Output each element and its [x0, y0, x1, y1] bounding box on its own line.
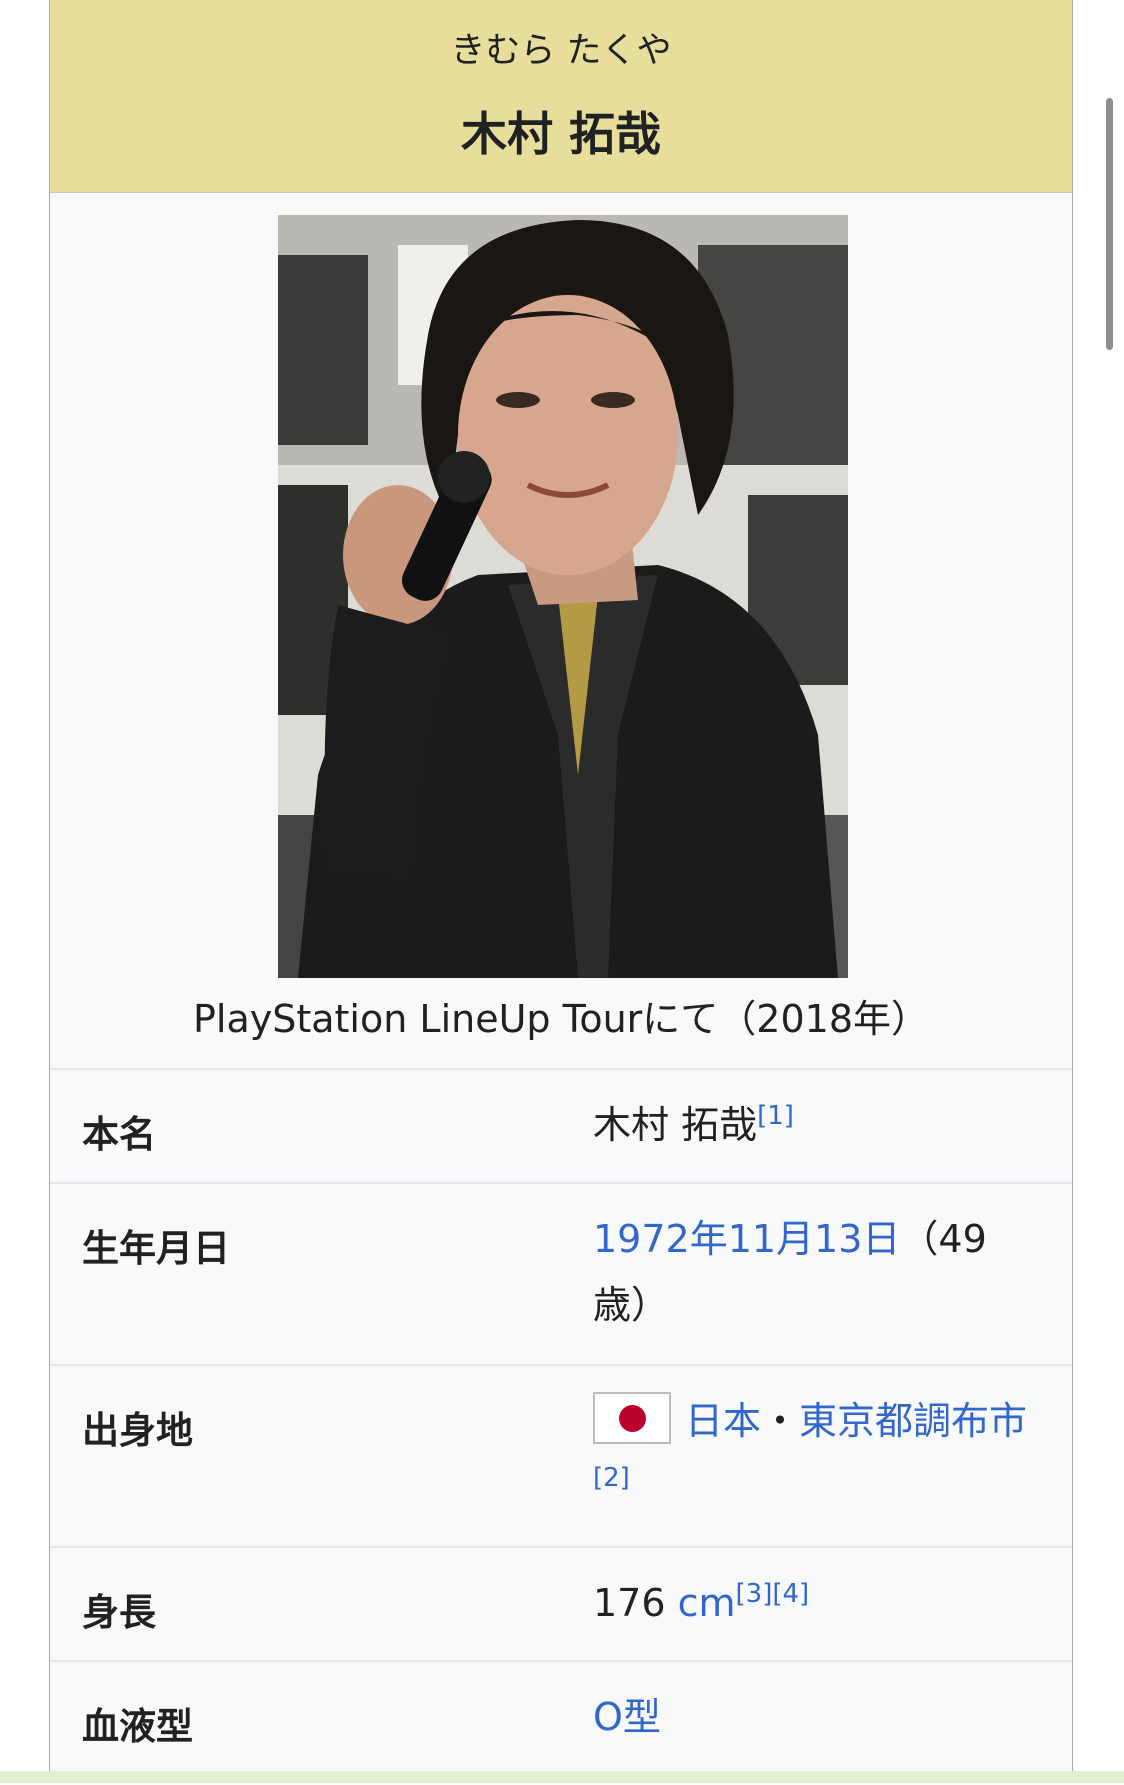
row-birthplace: 出身地 日本・東京都調布市 [2] — [50, 1364, 1072, 1548]
country-link[interactable]: 日本 — [685, 1399, 761, 1443]
label-blood-type: 血液型 — [82, 1705, 193, 1748]
birth-date-link[interactable]: 1972年11月13日 — [593, 1217, 900, 1261]
value-blood-type: O型 — [593, 1684, 1033, 1750]
row-birth-date: 生年月日 1972年11月13日（49歳） — [50, 1182, 1072, 1366]
height-number: 176 — [593, 1581, 678, 1625]
name-reading: きむら たくや — [450, 31, 672, 71]
value-birth-date: 1972年11月13日（49歳） — [593, 1206, 1033, 1338]
infobox-title: 木村 拓哉 — [460, 107, 661, 161]
label-height: 身長 — [82, 1591, 156, 1634]
infobox-header: きむら たくや 木村 拓哉 — [50, 0, 1072, 193]
cm-unit-link[interactable]: cm — [678, 1581, 736, 1625]
portrait-photo[interactable] — [278, 215, 848, 978]
ref-1-link[interactable]: [1] — [757, 1101, 794, 1131]
label-birthplace: 出身地 — [82, 1409, 193, 1452]
bottom-strip — [0, 1771, 1124, 1783]
place-separator: ・ — [761, 1399, 800, 1443]
portrait-illustration — [278, 215, 848, 978]
photo-caption: PlayStation LineUp Tourにて（2018年） — [192, 997, 930, 1041]
city-link[interactable]: 東京都調布市 — [799, 1399, 1027, 1443]
label-real-name: 本名 — [82, 1113, 156, 1156]
value-birthplace: 日本・東京都調布市 [2] — [593, 1388, 1033, 1520]
row-blood-type: 血液型 O型 — [50, 1660, 1072, 1785]
value-height: 176 cm[3][4] — [593, 1570, 1033, 1636]
row-height: 身長 176 cm[3][4] — [50, 1546, 1072, 1662]
infobox: きむら たくや 木村 拓哉 PlayStation LineUp Tourにて（… — [49, 0, 1073, 1783]
japan-flag-icon[interactable] — [593, 1392, 671, 1444]
label-birth-date: 生年月日 — [82, 1227, 230, 1270]
row-real-name: 本名 木村 拓哉[1] — [50, 1068, 1072, 1184]
ref-2-link[interactable]: [2] — [593, 1463, 630, 1493]
vertical-scrollbar[interactable] — [1106, 98, 1113, 350]
real-name-text: 木村 拓哉 — [593, 1103, 758, 1147]
value-real-name: 木村 拓哉[1] — [593, 1092, 1033, 1158]
blood-type-link[interactable]: O型 — [593, 1695, 661, 1739]
ref-3-4-link[interactable]: [3][4] — [736, 1579, 810, 1609]
